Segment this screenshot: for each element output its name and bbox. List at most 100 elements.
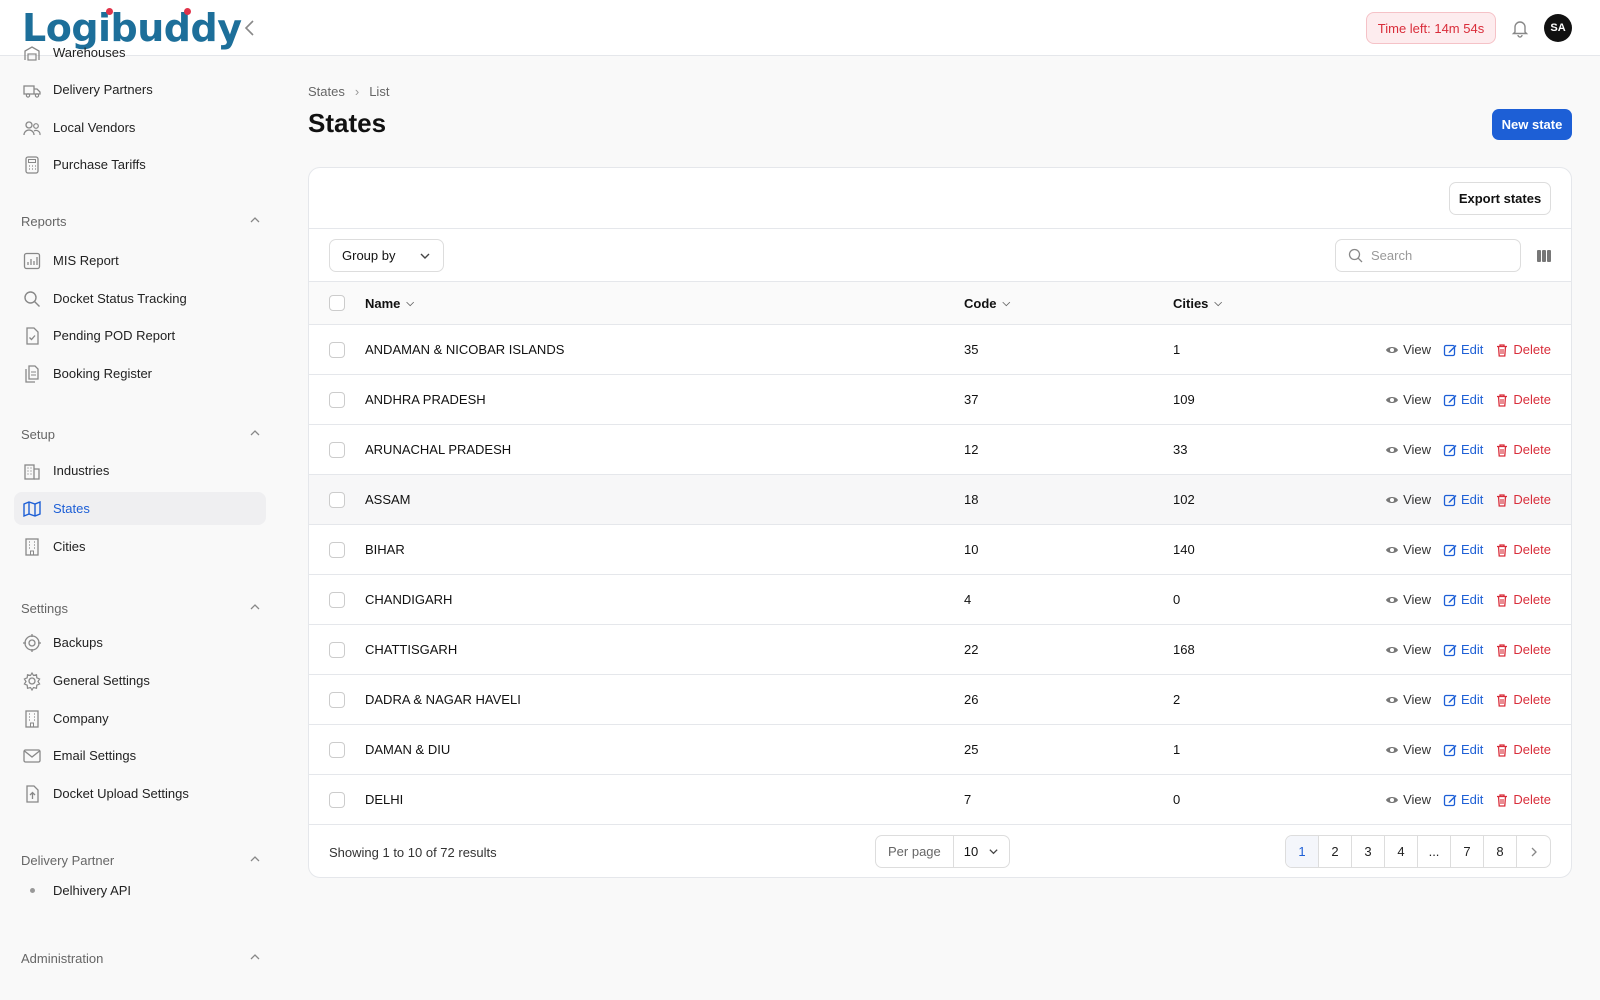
- sidebar-item-industries[interactable]: Industries: [14, 454, 266, 487]
- edit-button[interactable]: Edit: [1443, 342, 1483, 357]
- row-actions: View Edit Delete: [1385, 425, 1551, 474]
- view-label: View: [1403, 392, 1432, 407]
- row-checkbox[interactable]: [329, 391, 345, 408]
- row-checkbox[interactable]: [329, 491, 345, 508]
- view-button[interactable]: View: [1385, 342, 1431, 357]
- chevron-down-icon: [989, 849, 998, 855]
- select-all-checkbox[interactable]: [329, 295, 345, 311]
- delete-label: Delete: [1513, 692, 1551, 707]
- sidebar-item-email-settings[interactable]: Email Settings: [14, 739, 266, 772]
- delete-button[interactable]: Delete: [1495, 592, 1551, 607]
- edit-button[interactable]: Edit: [1443, 442, 1483, 457]
- row-checkbox[interactable]: [329, 591, 345, 608]
- delete-button[interactable]: Delete: [1495, 442, 1551, 457]
- delete-button[interactable]: Delete: [1495, 342, 1551, 357]
- page-4-button[interactable]: 4: [1385, 836, 1418, 867]
- delete-button[interactable]: Delete: [1495, 792, 1551, 807]
- sidebar-item-delivery-partners[interactable]: Delivery Partners: [14, 73, 266, 106]
- view-button[interactable]: View: [1385, 592, 1431, 607]
- row-checkbox[interactable]: [329, 441, 345, 458]
- page-2-button[interactable]: 2: [1319, 836, 1352, 867]
- column-name-label: Name: [365, 295, 401, 311]
- sidebar-item-warehouses[interactable]: Warehouses: [14, 36, 266, 69]
- page-3-button[interactable]: 3: [1352, 836, 1385, 867]
- column-name-header[interactable]: Name ⌵: [365, 282, 414, 324]
- edit-button[interactable]: Edit: [1443, 642, 1483, 657]
- delete-button[interactable]: Delete: [1495, 392, 1551, 407]
- search-input[interactable]: [1371, 248, 1501, 263]
- per-page-select[interactable]: Per page 10: [875, 835, 1011, 868]
- group-by-select[interactable]: Group by: [329, 239, 444, 272]
- state-cities: 2: [1173, 692, 1181, 707]
- row-checkbox[interactable]: [329, 641, 345, 658]
- delete-button[interactable]: Delete: [1495, 642, 1551, 657]
- sidebar-item-docket-upload-settings[interactable]: Docket Upload Settings: [14, 777, 266, 810]
- page-8-button[interactable]: 8: [1484, 836, 1517, 867]
- sidebar-group-administration[interactable]: Administration: [21, 951, 261, 966]
- state-name: CHANDIGARH: [365, 592, 453, 607]
- view-button[interactable]: View: [1385, 392, 1431, 407]
- notifications-button[interactable]: [1509, 17, 1531, 39]
- sidebar-item-general-settings[interactable]: General Settings: [14, 664, 266, 697]
- edit-button[interactable]: Edit: [1443, 392, 1483, 407]
- sidebar-item-local-vendors[interactable]: Local Vendors: [14, 111, 266, 144]
- view-button[interactable]: View: [1385, 442, 1431, 457]
- next-page-button[interactable]: [1517, 836, 1550, 867]
- delete-label: Delete: [1513, 792, 1551, 807]
- view-button[interactable]: View: [1385, 742, 1431, 757]
- sidebar-item-cities[interactable]: Cities: [14, 530, 266, 563]
- per-page-value[interactable]: 10: [954, 836, 1009, 867]
- edit-button[interactable]: Edit: [1443, 742, 1483, 757]
- user-avatar[interactable]: SA: [1544, 14, 1572, 42]
- edit-button[interactable]: Edit: [1443, 792, 1483, 807]
- column-toggle-button[interactable]: [1535, 247, 1553, 265]
- new-state-button[interactable]: New state: [1492, 109, 1572, 140]
- sidebar-item-backups[interactable]: Backups: [14, 626, 266, 659]
- view-button[interactable]: View: [1385, 542, 1431, 557]
- breadcrumb-states[interactable]: States: [308, 84, 345, 99]
- export-states-button[interactable]: Export states: [1449, 182, 1551, 215]
- view-button[interactable]: View: [1385, 642, 1431, 657]
- sidebar-group-setup[interactable]: Setup: [21, 427, 261, 442]
- sidebar-group-delivery-partner[interactable]: Delivery Partner: [21, 853, 261, 868]
- row-checkbox[interactable]: [329, 541, 345, 558]
- edit-button[interactable]: Edit: [1443, 692, 1483, 707]
- sidebar-item-delhivery-api[interactable]: Delhivery API: [14, 874, 266, 907]
- chevron-right-icon: [1531, 847, 1537, 856]
- row-checkbox[interactable]: [329, 791, 345, 808]
- search-box[interactable]: [1335, 239, 1521, 272]
- chevron-up-icon: [249, 951, 261, 966]
- edit-label: Edit: [1461, 542, 1484, 557]
- sidebar-item-company[interactable]: Company: [14, 702, 266, 735]
- delete-button[interactable]: Delete: [1495, 492, 1551, 507]
- sidebar-group-reports[interactable]: Reports: [21, 214, 261, 229]
- sidebar-item-label: States: [53, 501, 90, 516]
- upload-doc-icon-wrap: [22, 784, 42, 804]
- sidebar-group-settings[interactable]: Settings: [21, 601, 261, 616]
- row-checkbox[interactable]: [329, 341, 345, 358]
- edit-button[interactable]: Edit: [1443, 542, 1483, 557]
- column-cities-header[interactable]: Cities ⌵: [1173, 282, 1222, 324]
- sidebar-item-booking-register[interactable]: Booking Register: [14, 357, 266, 390]
- row-checkbox[interactable]: [329, 741, 345, 758]
- page-1-button[interactable]: 1: [1286, 836, 1319, 867]
- sidebar-item-states[interactable]: States: [14, 492, 266, 525]
- view-button[interactable]: View: [1385, 692, 1431, 707]
- row-checkbox[interactable]: [329, 691, 345, 708]
- documents-icon: [25, 364, 39, 383]
- edit-button[interactable]: Edit: [1443, 592, 1483, 607]
- column-code-header[interactable]: Code ⌵: [964, 282, 1010, 324]
- sidebar-item-pending-pod-report[interactable]: Pending POD Report: [14, 319, 266, 352]
- delete-button[interactable]: Delete: [1495, 692, 1551, 707]
- page-7-button[interactable]: 7: [1451, 836, 1484, 867]
- delete-label: Delete: [1513, 342, 1551, 357]
- sidebar-item-mis-report[interactable]: MIS Report: [14, 244, 266, 277]
- view-button[interactable]: View: [1385, 492, 1431, 507]
- edit-button[interactable]: Edit: [1443, 492, 1483, 507]
- sidebar-item-docket-status-tracking[interactable]: Docket Status Tracking: [14, 282, 266, 315]
- delete-button[interactable]: Delete: [1495, 742, 1551, 757]
- pencil-square-icon: [1443, 494, 1457, 506]
- delete-button[interactable]: Delete: [1495, 542, 1551, 557]
- view-button[interactable]: View: [1385, 792, 1431, 807]
- sidebar-item-purchase-tariffs[interactable]: Purchase Tariffs: [14, 148, 266, 181]
